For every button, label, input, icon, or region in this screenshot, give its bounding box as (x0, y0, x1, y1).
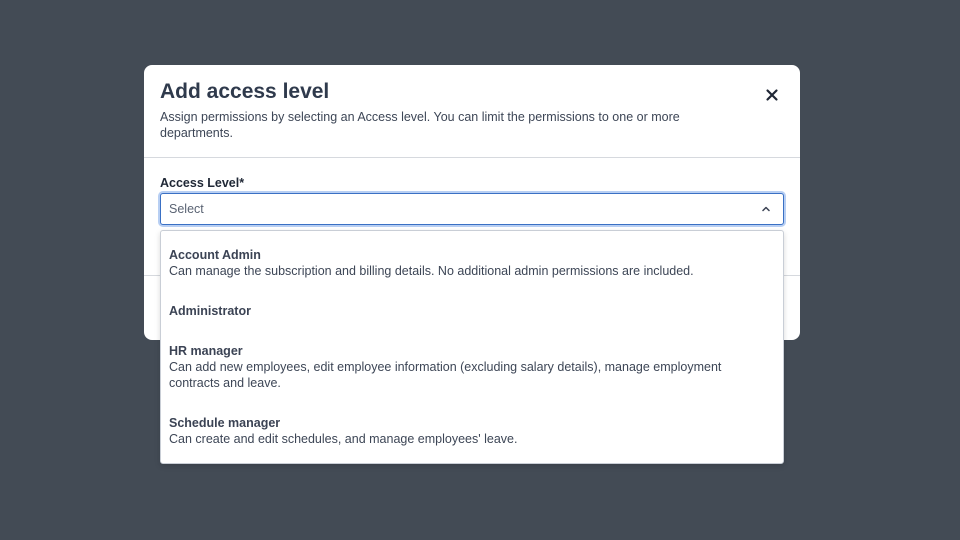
modal-subtitle: Assign permissions by selecting an Acces… (160, 110, 680, 140)
access-level-placeholder: Select (169, 202, 204, 216)
access-level-dropdown: Account Admin Can manage the subscriptio… (160, 230, 784, 464)
modal-header: Add access level Assign permissions by s… (144, 65, 800, 158)
option-description: Can manage the subscription and billing … (169, 264, 694, 278)
option-hr-manager[interactable]: HR manager Can add new employees, edit e… (161, 343, 783, 391)
close-icon (766, 89, 778, 101)
option-title: Administrator (169, 304, 251, 318)
option-title: Account Admin (169, 248, 261, 262)
option-description: Can create and edit schedules, and manag… (169, 432, 518, 446)
access-level-select[interactable]: Select (160, 193, 784, 225)
access-level-label: Access Level* (160, 176, 245, 190)
close-button[interactable] (760, 83, 784, 107)
option-account-admin[interactable]: Account Admin Can manage the subscriptio… (161, 247, 783, 279)
option-administrator[interactable]: Administrator (161, 303, 783, 319)
chevron-up-icon (762, 206, 770, 212)
option-title: HR manager (169, 344, 243, 358)
modal-title: Add access level (160, 80, 330, 103)
option-title: Schedule manager (169, 416, 281, 430)
option-schedule-manager[interactable]: Schedule manager Can create and edit sch… (161, 415, 783, 447)
option-description: Can add new employees, edit employee inf… (169, 360, 722, 390)
